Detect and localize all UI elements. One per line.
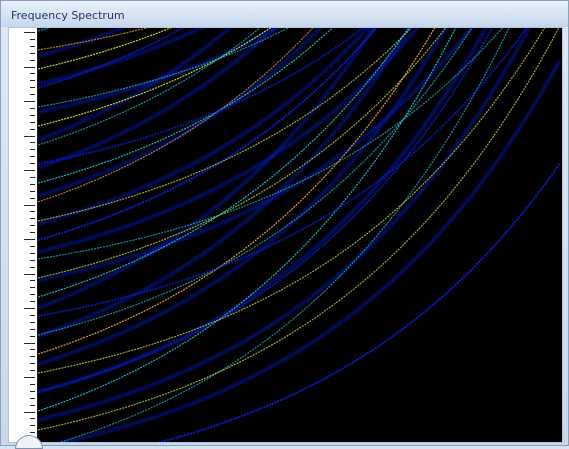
ruler-tick xyxy=(24,273,35,275)
ruler-tick xyxy=(30,328,35,330)
ruler-tick xyxy=(30,349,35,351)
ruler-tick xyxy=(30,38,35,40)
frequency-ruler xyxy=(9,28,35,442)
ruler-tick xyxy=(24,411,35,413)
ruler-tick xyxy=(30,128,35,130)
ruler-tick xyxy=(30,404,35,406)
ruler-tick xyxy=(24,308,35,309)
ruler-tick xyxy=(24,170,35,171)
ruler-tick xyxy=(24,239,35,240)
ruler-tick xyxy=(30,218,35,220)
spectrogram-view[interactable] xyxy=(38,28,562,442)
ruler-tick xyxy=(30,176,35,178)
spectral-haze xyxy=(38,28,448,366)
ruler-tick xyxy=(24,66,35,68)
ruler-tick xyxy=(30,356,35,358)
ruler-tick xyxy=(30,94,35,96)
ruler-tick xyxy=(30,52,35,54)
spectrogram-canvas xyxy=(38,28,562,442)
ruler-tick xyxy=(30,107,35,109)
ruler-tick xyxy=(30,280,35,282)
spectral-haze xyxy=(38,28,531,422)
ruler-tick xyxy=(30,363,35,365)
frequency-spectrum-window: Frequency Spectrum xyxy=(0,0,569,449)
ruler-tick xyxy=(30,418,35,420)
ruler-tick xyxy=(30,370,35,372)
ruler-tick xyxy=(30,301,35,303)
harmonic-line xyxy=(38,28,314,203)
ruler-tick xyxy=(30,266,35,268)
ruler-tick xyxy=(24,32,35,33)
ruler-tick xyxy=(30,142,35,144)
ruler-tick xyxy=(24,101,35,102)
spectral-haze xyxy=(38,28,488,394)
ruler-tick xyxy=(30,156,35,158)
ruler-tick xyxy=(30,287,35,289)
ruler-tick xyxy=(30,335,35,337)
ruler-tick xyxy=(30,425,35,427)
ruler-tick xyxy=(30,121,35,123)
ruler-tick xyxy=(30,59,35,61)
ruler-tick xyxy=(30,314,35,316)
ruler-tick xyxy=(30,294,35,296)
ruler-tick xyxy=(30,197,35,199)
ruler-tick xyxy=(24,377,35,378)
harmonic-line xyxy=(38,28,378,241)
ruler-tick xyxy=(30,45,35,47)
harmonic-line xyxy=(38,28,494,393)
spectral-haze xyxy=(38,28,280,114)
ruler-tick xyxy=(30,183,35,185)
window-title: Frequency Spectrum xyxy=(11,9,125,22)
ruler-tick xyxy=(30,432,35,434)
ruler-tick xyxy=(30,252,35,254)
title-bar[interactable]: Frequency Spectrum xyxy=(1,1,568,27)
ruler-tick xyxy=(30,114,35,116)
ruler-tick xyxy=(30,383,35,385)
ruler-tick xyxy=(30,73,35,75)
ruler-tick xyxy=(24,204,35,206)
ruler-tick xyxy=(30,232,35,234)
ruler-tick xyxy=(30,211,35,213)
ruler-tick xyxy=(30,245,35,247)
ruler-tick xyxy=(30,80,35,82)
ruler-tick xyxy=(24,135,35,137)
ruler-tick xyxy=(24,342,35,344)
ruler-tick xyxy=(30,397,35,399)
ruler-tick xyxy=(30,225,35,227)
ruler-tick xyxy=(30,390,35,392)
ruler-tick xyxy=(30,87,35,89)
ruler-tick xyxy=(30,163,35,165)
ruler-tick xyxy=(30,259,35,261)
ruler-tick xyxy=(30,149,35,151)
ruler-tick xyxy=(30,190,35,192)
ruler-tick xyxy=(30,321,35,323)
